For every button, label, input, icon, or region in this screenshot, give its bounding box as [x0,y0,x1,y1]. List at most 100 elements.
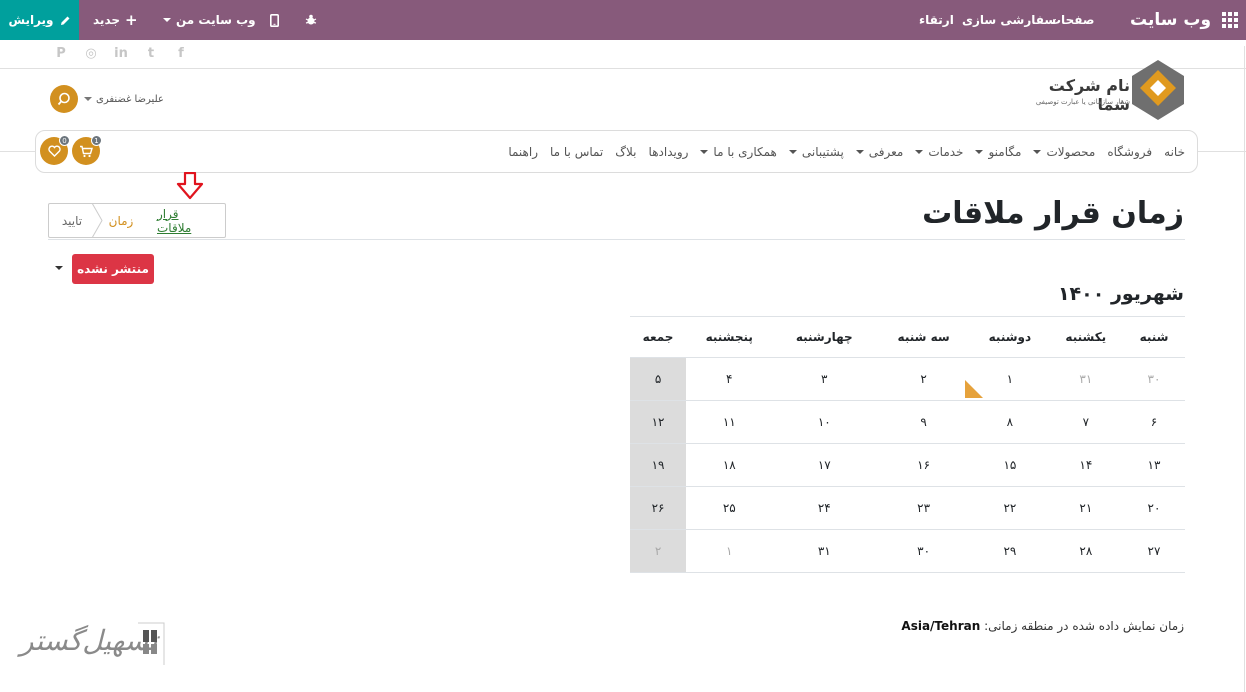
cart-icon [80,145,93,157]
calendar-body: ۳۰ ۳۱ ۱ ۲ ۳ ۴ ۵ ۶ ۷ ۸ ۹ ۱۰ ۱۱ ۱۲ ۱۳ ۱۴ ۱۵ ۱۶ ۱۷ ۱۸ ۱۹ ۲۰ ۲۱ ۲۲ ۲… [630,357,1185,573]
nav-item-3[interactable]: مگامنو [975,145,1021,159]
calendar-grid: شنبه یکشنبه دوشنبه سه شنبه چهارشنبه پنجشنبه جم… [630,316,1185,573]
nav-item-11[interactable]: راهنما [508,145,538,159]
calendar-day: ۱۳ [1123,443,1185,487]
calendar-day: ۱۵ [971,443,1049,487]
mobile-preview-icon[interactable] [270,0,279,40]
calendar-day: ۱۷ [772,443,877,487]
nav-item-10[interactable]: تماس با ما [550,145,603,159]
calendar-day: ۲ [876,357,972,401]
chevron-separator-icon [91,203,103,238]
weekday-header: سه شنبه [876,316,972,358]
search-button[interactable] [50,85,78,113]
plus-icon: + [125,11,138,29]
selected-day-marker [965,380,983,398]
calendar-day: ۲۸ [1048,529,1123,573]
appointment-steps: قرار ملاقات زمان تایید [48,203,226,238]
timezone-note: زمان نمایش داده شده در منطقه زمانی: Asia… [901,619,1184,633]
chevron-down-icon [975,149,984,154]
calendar-day: ۲ [630,529,687,573]
nav-item-7[interactable]: همکاری با ما [700,145,777,159]
calendar-day: ۳ [772,357,877,401]
chevron-down-icon [84,97,92,101]
watermark-logo-icon [138,622,165,665]
chevron-down-icon [788,149,797,154]
weekday-header: چهارشنبه [772,316,877,358]
nav-item-4[interactable]: خدمات [915,145,963,159]
calendar-week-row: ۳۰ ۳۱ ۱ ۲ ۳ ۴ ۵ [630,357,1185,401]
calendar-day: ۸ [971,400,1049,444]
calendar-day: ۳۰ [1123,357,1185,401]
search-icon [57,92,70,106]
chevron-down-icon [163,18,171,22]
social-links: P ◎ in t f [46,46,196,64]
calendar-day: ۲۶ [630,486,687,530]
calendar-day: ۲۴ [772,486,877,530]
calendar-month-title: شهریور ۱۴۰۰ [1057,283,1184,305]
user-dropdown[interactable]: علیرضا غضنفری [84,94,164,105]
nav-item-1[interactable]: فروشگاه [1107,145,1152,159]
company-logo[interactable]: نام شرکت شما شعار سازمانی یا عبارت توصیف… [1030,58,1186,124]
instagram-icon[interactable]: ◎ [76,46,106,64]
nav-item-5[interactable]: معرفی [855,145,903,159]
calendar-week-row: ۱۳ ۱۴ ۱۵ ۱۶ ۱۷ ۱۸ ۱۹ [630,443,1185,487]
calendar-day: ۵ [630,357,687,401]
debug-icon[interactable] [305,0,317,40]
calendar-day: ۲۷ [1123,529,1185,573]
calendar-day: ۳۱ [772,529,877,573]
step-confirm: تایید [61,213,83,228]
calendar-week-row: ۶ ۷ ۸ ۹ ۱۰ ۱۱ ۱۲ [630,400,1185,444]
calendar-day: ۱۸ [686,443,773,487]
title-divider [48,239,1185,240]
menu-upgrade[interactable]: ارتقاء [919,0,954,40]
page-title: زمان قرار ملاقات [922,196,1184,231]
chevron-down-icon[interactable] [55,266,63,270]
top-admin-bar: وب سایت صفحات سفارشی سازی ارتقاء وب سایت… [0,0,1246,40]
calendar-day: ۴ [686,357,773,401]
linkedin-icon[interactable]: in [106,46,136,64]
nav-menu: خانه فروشگاه محصولات مگامنو خدمات معرفی پشتیبا… [508,131,1185,172]
twitter-icon[interactable]: t [136,46,166,64]
watermark: تسهیل‌گستر [20,622,165,668]
chevron-down-icon [1033,149,1042,154]
facebook-icon[interactable]: f [166,46,196,64]
page-right-border [1244,46,1245,692]
step-appointment[interactable]: قرار ملاقات [157,204,213,237]
cart-button[interactable]: 1 [72,135,102,165]
weekday-header: جمعه [630,316,687,358]
publish-toggle-button[interactable]: منتشر نشده [72,254,154,284]
my-website-dropdown[interactable]: وب سایت من [163,0,256,40]
heart-icon [47,145,61,157]
calendar-day: ۲۵ [686,486,773,530]
chevron-down-icon [700,149,709,154]
pinterest-icon[interactable]: P [46,46,76,64]
wishlist-button[interactable]: 0 [40,135,70,165]
weekday-header: شنبه [1123,316,1185,358]
calendar-day: ۲۱ [1048,486,1123,530]
nav-actions: 0 1 [40,135,102,165]
nav-item-6[interactable]: پشتیبانی [788,145,844,159]
nav-item-2[interactable]: محصولات [1033,145,1095,159]
nav-item-9[interactable]: بلاگ [615,145,636,159]
calendar-day: ۶ [1123,400,1185,444]
weekday-header: پنجشنبه [686,316,773,358]
calendar-day: ۷ [1048,400,1123,444]
new-button[interactable]: جدید + [93,0,138,40]
calendar-week-row: ۲۰ ۲۱ ۲۲ ۲۳ ۲۴ ۲۵ ۲۶ [630,486,1185,530]
calendar-day: ۲۰ [1123,486,1185,530]
calendar-day: ۹ [876,400,972,444]
edit-button[interactable]: ویرایش [0,0,79,40]
calendar-day: ۱۹ [630,443,687,487]
calendar-day: ۲۲ [971,486,1049,530]
calendar-day: ۳۱ [1048,357,1123,401]
weekday-header: دوشنبه [971,316,1049,358]
logo-mark-icon [1132,60,1184,120]
calendar-day: ۱۶ [876,443,972,487]
nav-item-8[interactable]: رویدادها [649,145,689,159]
nav-item-0[interactable]: خانه [1164,145,1185,159]
menu-customize[interactable]: سفارشی سازی [962,0,1056,40]
timezone-value: Asia/Tehran [901,619,981,633]
calendar-week-row: ۲۷ ۲۸ ۲۹ ۳۰ ۳۱ ۱ ۲ [630,529,1185,573]
app-title[interactable]: وب سایت [1130,0,1239,40]
user-menu[interactable]: علیرضا غضنفری [50,85,164,113]
